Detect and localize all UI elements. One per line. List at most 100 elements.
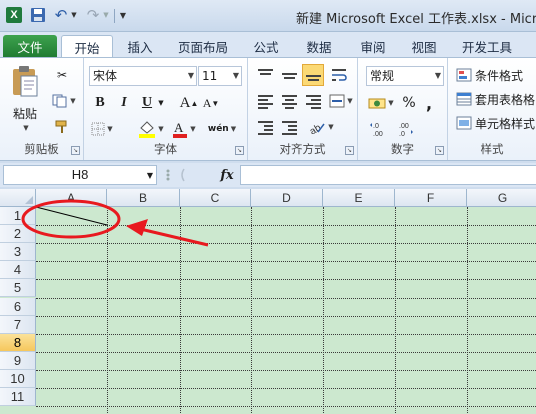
undo-dropdown-icon[interactable]: ▼: [70, 5, 78, 25]
underline-dropdown-icon[interactable]: ▼: [156, 92, 166, 114]
row-header-5[interactable]: 5: [0, 279, 36, 298]
ribbon-tabs: 文件 开始 插入 页面布局 公式 数据 审阅 视图 开发工具: [0, 32, 536, 59]
tab-insert[interactable]: 插入: [116, 35, 164, 58]
italic-button[interactable]: I: [114, 92, 134, 114]
row-header-11[interactable]: 11: [0, 388, 36, 406]
name-box-dropdown-icon[interactable]: ▼: [143, 165, 157, 185]
format-painter-icon[interactable]: [50, 116, 74, 138]
currency-button[interactable]: ▼: [366, 92, 396, 114]
merge-center-button[interactable]: ▼: [328, 90, 354, 112]
column-gridline: [107, 207, 108, 414]
column-header-e[interactable]: E: [323, 189, 395, 207]
shrink-font-button[interactable]: A ▼: [202, 92, 220, 114]
cell-styles-button[interactable]: 单元格样式: [456, 112, 536, 134]
row-header-8[interactable]: 8: [0, 333, 36, 352]
align-right-button[interactable]: [302, 90, 324, 112]
underline-button[interactable]: U: [138, 92, 156, 114]
align-left-button[interactable]: [254, 90, 276, 112]
fill-color-icon: [139, 121, 156, 138]
styles-group: 条件格式 套用表格格 单元格样式 样式: [448, 58, 536, 160]
clipboard-launcher-icon[interactable]: ↘: [71, 146, 80, 155]
font-size-select[interactable]: 11 ▼: [198, 66, 242, 86]
worksheet-grid[interactable]: ABCDEFG 1 2 3 4 5 6 7 8 9 10 11: [0, 189, 536, 414]
row-gridline: [36, 406, 536, 408]
bottom-align-button[interactable]: [302, 64, 324, 86]
orientation-button[interactable]: ab ▼: [306, 116, 336, 138]
conditional-format-button[interactable]: 条件格式: [456, 64, 536, 86]
column-header-f[interactable]: F: [395, 189, 467, 207]
customize-quick-access-icon[interactable]: ▼: [118, 5, 128, 25]
font-launcher-icon[interactable]: ↘: [235, 146, 244, 155]
row-header-1[interactable]: 1: [0, 207, 36, 225]
save-icon[interactable]: [29, 5, 47, 25]
row-header-6[interactable]: 6: [0, 297, 36, 316]
tab-home[interactable]: 开始: [61, 35, 113, 59]
middle-align-button[interactable]: [278, 64, 300, 86]
window-title: 新建 Microsoft Excel 工作表.xlsx - Micr: [296, 12, 536, 27]
formula-input[interactable]: [240, 165, 536, 185]
redo-dropdown-icon[interactable]: ▼: [102, 5, 110, 25]
bold-button[interactable]: B: [90, 92, 110, 114]
ribbon: 粘贴 ▼ ✂ ▼ 剪贴板 ↘ 宋体 ▼ 11 ▼ B I U ▼ A ▲ A ▼ ▼: [0, 57, 536, 161]
grow-font-button[interactable]: A ▲: [180, 92, 199, 114]
border-dropdown-icon: ▼: [107, 125, 113, 133]
tab-view[interactable]: 视图: [401, 35, 447, 58]
column-header-d[interactable]: D: [251, 189, 323, 207]
increase-indent-button[interactable]: [278, 116, 300, 138]
paste-button[interactable]: 粘贴 ▼: [6, 62, 44, 134]
merge-center-dropdown-icon: ▼: [347, 97, 353, 105]
number-format-select[interactable]: 常规 ▼: [366, 66, 444, 86]
decrease-decimal-icon: .00.0: [399, 123, 413, 138]
align-center-button[interactable]: [278, 90, 300, 112]
cut-icon[interactable]: ✂: [50, 64, 74, 86]
row-header-10[interactable]: 10: [0, 369, 36, 388]
conditional-format-label: 条件格式: [475, 68, 524, 83]
tab-developer[interactable]: 开发工具: [452, 35, 522, 58]
row-header-9[interactable]: 9: [0, 351, 36, 370]
row-header-4[interactable]: 4: [0, 261, 36, 280]
fill-color-button[interactable]: ▼: [136, 118, 166, 140]
select-all-corner[interactable]: [0, 189, 36, 207]
tab-formulas[interactable]: 公式: [242, 35, 290, 58]
column-header-g[interactable]: G: [467, 189, 536, 207]
column-header-c[interactable]: C: [180, 189, 251, 207]
insert-function-button[interactable]: fx: [217, 165, 237, 185]
column-header-a[interactable]: A: [36, 189, 107, 207]
format-as-table-button[interactable]: 套用表格格: [456, 88, 536, 110]
undo-icon[interactable]: ↶: [52, 5, 70, 25]
alignment-launcher-icon[interactable]: ↘: [345, 146, 354, 155]
cell-styles-icon: [456, 116, 472, 130]
cell-a1[interactable]: [36, 207, 107, 225]
column-header-b[interactable]: B: [107, 189, 180, 207]
tab-review[interactable]: 审阅: [348, 35, 398, 58]
percent-button[interactable]: %: [400, 92, 418, 114]
phonetic-button[interactable]: wén ▼: [206, 118, 238, 140]
currency-dropdown-icon: ▼: [388, 99, 394, 107]
name-box[interactable]: H8: [3, 165, 157, 185]
tab-page-layout[interactable]: 页面布局: [168, 35, 238, 58]
font-color-button[interactable]: A ▼: [170, 118, 198, 140]
middle-align-icon: [281, 69, 297, 82]
formula-bar-splitter-icon[interactable]: [162, 165, 214, 185]
number-launcher-icon[interactable]: ↘: [435, 146, 444, 155]
row-header-7[interactable]: 7: [0, 315, 36, 334]
top-align-button[interactable]: [254, 64, 276, 86]
tab-data[interactable]: 数据: [294, 35, 344, 58]
row-header-2[interactable]: 2: [0, 225, 36, 244]
excel-logo: X: [6, 7, 22, 23]
decrease-indent-button[interactable]: [254, 116, 276, 138]
svg-text:A: A: [174, 120, 184, 135]
comma-style-button[interactable]: ,: [420, 92, 438, 114]
border-button[interactable]: ▼: [90, 118, 114, 140]
number-format-value: 常规: [370, 69, 395, 83]
wrap-text-button[interactable]: [328, 64, 350, 86]
redo-icon[interactable]: ↷: [84, 5, 102, 25]
increase-decimal-button[interactable]: .0.00: [368, 118, 390, 140]
tab-file[interactable]: 文件: [3, 35, 57, 58]
excel-app-icon[interactable]: X: [4, 5, 24, 25]
copy-button[interactable]: ▼: [50, 90, 78, 112]
row-header-3[interactable]: 3: [0, 243, 36, 262]
decrease-decimal-button[interactable]: .00.0: [394, 118, 416, 140]
font-name-value: 宋体: [93, 69, 118, 83]
font-name-select[interactable]: 宋体 ▼: [89, 66, 197, 86]
